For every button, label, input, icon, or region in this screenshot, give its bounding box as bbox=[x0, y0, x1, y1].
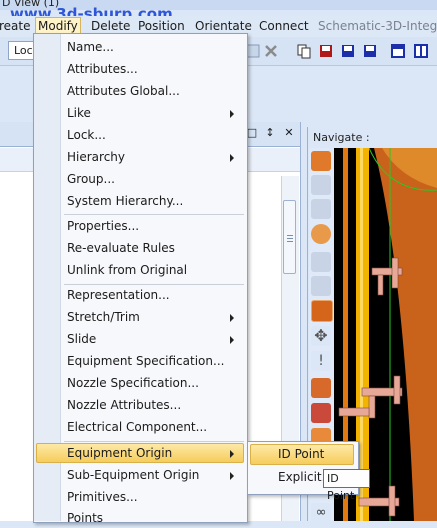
pan-icon[interactable]: ✥ bbox=[311, 326, 331, 346]
menu-item-hierarchy[interactable]: Hierarchy bbox=[67, 147, 125, 167]
window-icon[interactable] bbox=[413, 43, 429, 59]
menu-item-points[interactable]: Points bbox=[67, 508, 103, 528]
tooltip: ID Point bbox=[323, 469, 370, 502]
menu-item-re-evaluate-rules[interactable]: Re-evaluate Rules bbox=[67, 238, 175, 258]
menu-create[interactable]: reate bbox=[0, 18, 33, 35]
menu-item-name[interactable]: Name... bbox=[67, 37, 114, 57]
delete-x-icon[interactable] bbox=[263, 43, 279, 59]
submenu-arrow-icon bbox=[230, 336, 234, 344]
menu-schematic-3d-integrator[interactable]: Schematic-3D-Integ bbox=[316, 18, 437, 35]
box-orange-icon[interactable] bbox=[311, 378, 331, 398]
menu-item-unlink-from-original[interactable]: Unlink from Original bbox=[67, 260, 187, 280]
menu-item-lock[interactable]: Lock... bbox=[67, 125, 106, 145]
copy-icon[interactable] bbox=[296, 43, 312, 59]
box-red-icon[interactable] bbox=[311, 403, 331, 423]
submenu-arrow-icon bbox=[230, 450, 234, 458]
rotate-icon[interactable] bbox=[311, 300, 333, 322]
menu-separator bbox=[64, 441, 244, 442]
binocular-icon[interactable]: ∞ bbox=[311, 503, 331, 523]
menu-item-stretch-trim[interactable]: Stretch/Trim bbox=[67, 307, 140, 327]
menu-item-equipment-specification[interactable]: Equipment Specification... bbox=[67, 351, 224, 371]
menu-item-attributes[interactable]: Attributes... bbox=[67, 59, 138, 79]
menu-item-nozzle-specification[interactable]: Nozzle Specification... bbox=[67, 373, 199, 393]
menu-item-attributes-global[interactable]: Attributes Global... bbox=[67, 81, 180, 101]
submenu-arrow-icon bbox=[230, 472, 234, 480]
point-icon[interactable]: ! bbox=[311, 351, 331, 371]
zoom-in-icon[interactable] bbox=[311, 276, 331, 296]
panel-close-icon[interactable]: ✕ bbox=[282, 126, 296, 140]
submenu-item-id-point[interactable]: ID Point bbox=[278, 444, 324, 464]
submenu-arrow-icon bbox=[230, 110, 234, 118]
layout-icon[interactable] bbox=[390, 43, 406, 59]
navigate-title: Navigate : bbox=[313, 131, 370, 144]
save-as-icon[interactable] bbox=[340, 43, 356, 59]
save-icon[interactable] bbox=[318, 43, 334, 59]
menu-item-primitives[interactable]: Primitives... bbox=[67, 487, 138, 507]
menu-item-sub-equipment-origin[interactable]: Sub-Equipment Origin bbox=[67, 465, 199, 485]
menu-item-properties[interactable]: Properties... bbox=[67, 216, 139, 236]
orbit-icon[interactable] bbox=[311, 224, 331, 244]
menu-item-equipment-origin[interactable]: Equipment Origin bbox=[67, 443, 172, 463]
scrollbar-thumb[interactable] bbox=[283, 200, 296, 274]
menu-separator bbox=[64, 214, 244, 215]
menu-item-system-hierarchy[interactable]: System Hierarchy... bbox=[67, 191, 183, 211]
menu-item-slide[interactable]: Slide bbox=[67, 329, 96, 349]
pin-icon[interactable]: ↕ bbox=[263, 126, 277, 140]
menu-item-electrical-component[interactable]: Electrical Component... bbox=[67, 417, 207, 437]
walk-icon[interactable] bbox=[311, 151, 331, 171]
submenu-arrow-icon bbox=[230, 314, 234, 322]
menu-item-nozzle-attributes[interactable]: Nozzle Attributes... bbox=[67, 395, 181, 415]
location-combo[interactable]: Loc bbox=[8, 41, 34, 60]
menu-item-representation[interactable]: Representation... bbox=[67, 285, 170, 305]
zoom-extents-icon[interactable] bbox=[311, 252, 331, 272]
zoom-window-icon[interactable] bbox=[311, 199, 331, 219]
submenu-arrow-icon bbox=[230, 154, 234, 162]
menu-item-like[interactable]: Like bbox=[67, 103, 91, 123]
zoom-search-icon[interactable] bbox=[311, 175, 331, 195]
menu-connect[interactable]: Connect bbox=[257, 18, 311, 35]
menu-item-group[interactable]: Group... bbox=[67, 169, 115, 189]
save-all-icon[interactable] bbox=[362, 43, 378, 59]
